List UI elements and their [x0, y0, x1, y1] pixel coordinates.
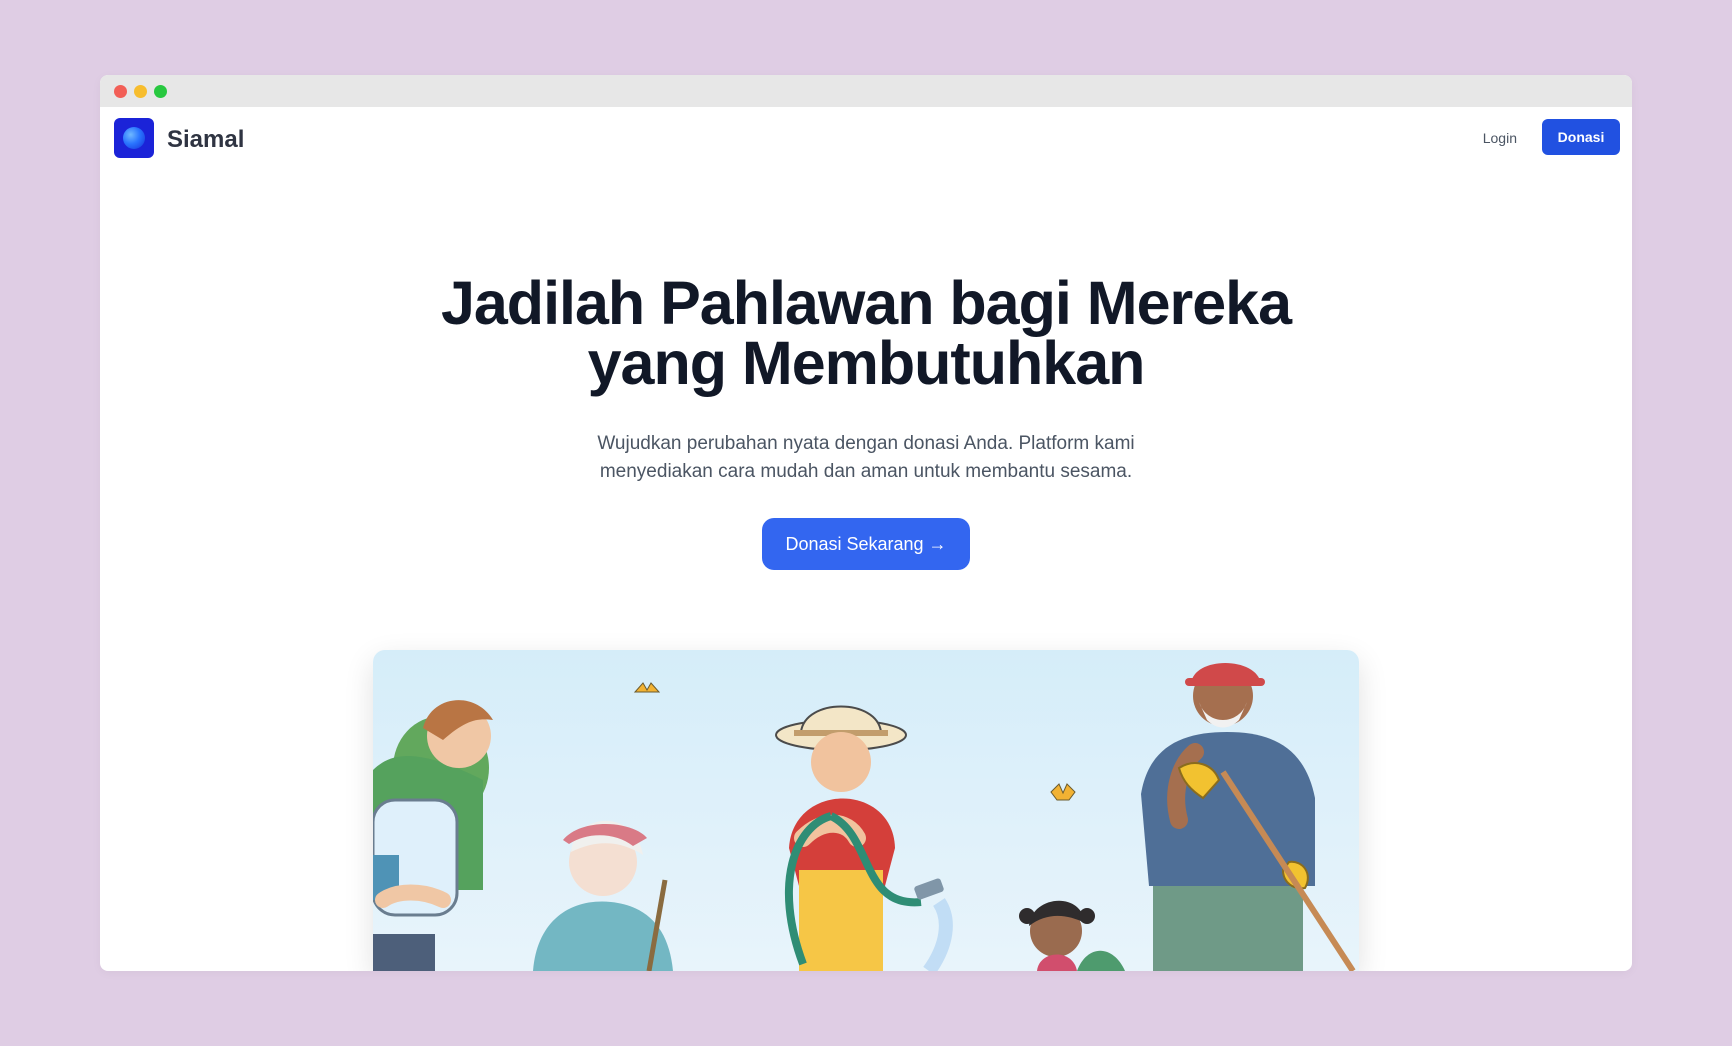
window-titlebar [100, 75, 1632, 107]
donate-now-button[interactable]: Donasi Sekarang → [762, 518, 970, 570]
logo-orb-icon [123, 127, 145, 149]
close-window-dot[interactable] [114, 85, 127, 98]
hero-subtitle-line-1: Wujudkan perubahan nyata dengan donasi A… [597, 433, 1135, 454]
minimize-window-dot[interactable] [134, 85, 147, 98]
hero-title: Jadilah Pahlawan bagi Mereka yang Membut… [100, 269, 1632, 397]
hero-subtitle: Wujudkan perubahan nyata dengan donasi A… [100, 430, 1632, 486]
brand-name[interactable]: Siamal [167, 126, 244, 154]
volunteers-illustration [373, 650, 1359, 971]
hero-title-line-1: Jadilah Pahlawan bagi Mereka [440, 269, 1292, 337]
browser-window: Siamal Login Donasi Jadilah Pahlawan bag… [100, 75, 1632, 971]
donate-nav-button[interactable]: Donasi [1542, 119, 1620, 155]
hero-title-line-2: yang Membutuhkan [587, 329, 1146, 397]
maximize-window-dot[interactable] [154, 85, 167, 98]
logo-icon[interactable] [114, 118, 154, 158]
hero-illustration [373, 650, 1359, 971]
top-navbar: Siamal Login Donasi [100, 107, 1632, 167]
hero-subtitle-line-2: menyediakan cara mudah dan aman untuk me… [599, 461, 1133, 482]
login-link[interactable]: Login [1483, 130, 1517, 146]
